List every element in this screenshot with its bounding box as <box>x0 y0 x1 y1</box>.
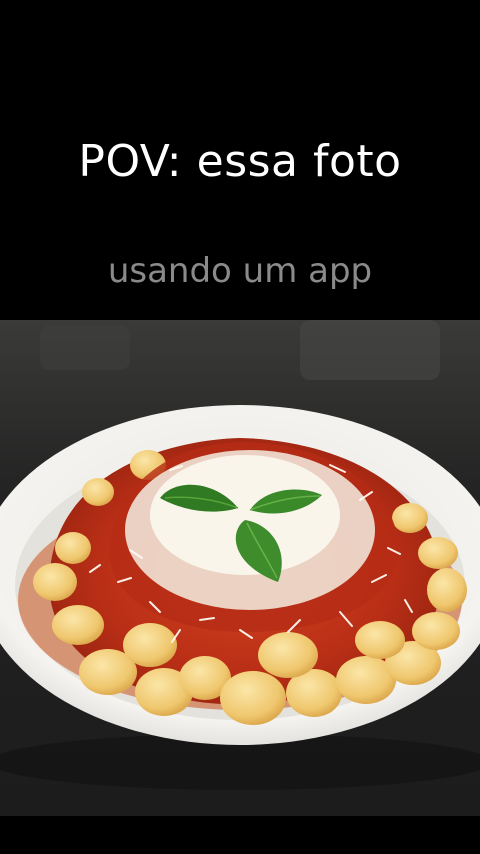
food-photo <box>0 320 480 816</box>
bottom-bar <box>0 816 480 854</box>
subtitle-text: usando um app <box>107 251 373 291</box>
caption-area: POV: essa foto usando um app <box>0 0 480 320</box>
headline-text: POV: essa foto <box>78 136 402 187</box>
gnocchi-plate-image <box>0 320 480 816</box>
